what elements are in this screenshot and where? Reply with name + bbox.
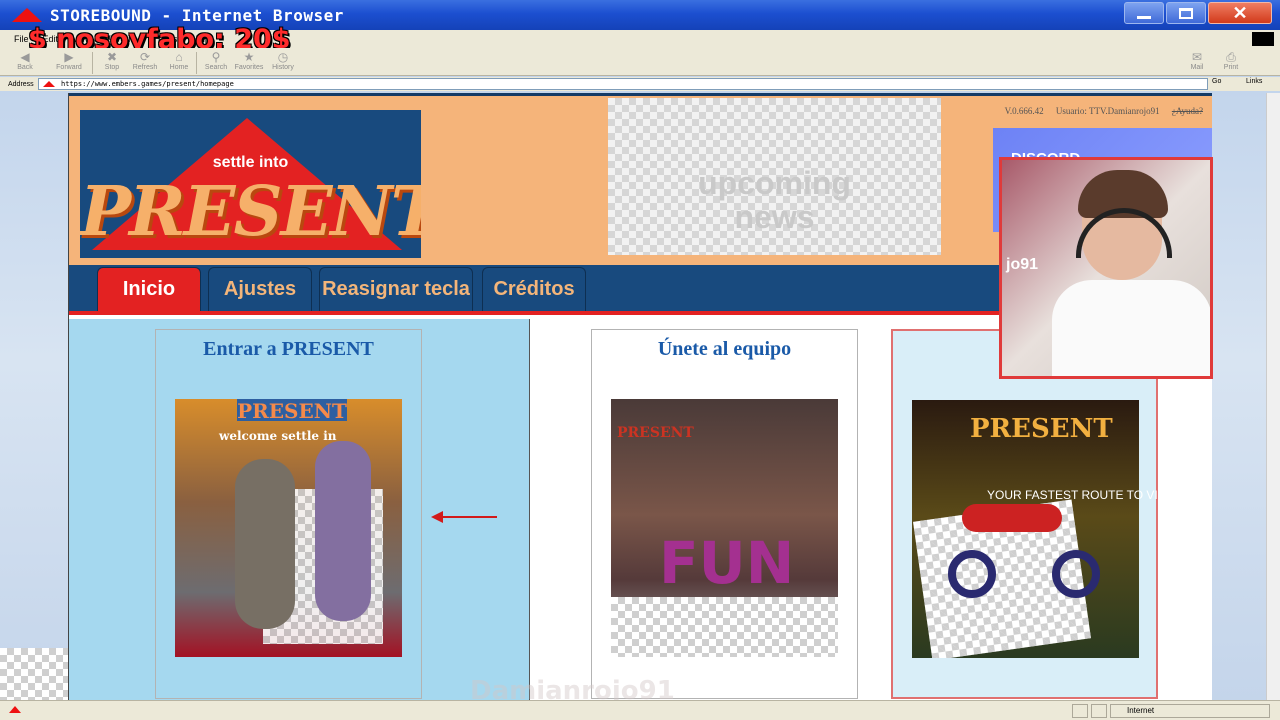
overlay-slogan: YOUR FASTEST ROUTE TO VICTORY [987, 488, 1200, 502]
address-input[interactable]: https://www.embers.games/present/homepag… [38, 78, 1208, 90]
tricycle-seat [962, 504, 1062, 532]
user-label: Usuario: TTV.Damianrojo91 [1055, 106, 1160, 116]
forward-button[interactable]: ▶ Forward [52, 50, 86, 74]
address-url: https://www.embers.games/present/homepag… [61, 80, 234, 88]
tab-reasignar-tecla[interactable]: Reasignar tecla [319, 267, 473, 311]
links-button[interactable]: Links [1246, 78, 1262, 85]
history-button[interactable]: ◷ History [266, 50, 300, 74]
minimize-button[interactable] [1124, 2, 1164, 24]
help-link[interactable]: ¿Ayuda? [1172, 106, 1203, 116]
print-button[interactable]: ⎙ Print [1214, 50, 1248, 74]
card-third[interactable]: T PRESENT [891, 329, 1158, 699]
minimize-icon [1137, 15, 1151, 19]
arrow-icon [431, 511, 497, 523]
history-icon: ◷ [277, 50, 289, 64]
home-button[interactable]: ⌂ Home [162, 50, 196, 74]
streamer-webcam: jo91 [999, 157, 1213, 379]
card-image: PRESENT welcome settle in [175, 399, 402, 657]
forward-icon: ▶ [64, 50, 74, 64]
card-join-team[interactable]: Únete al equipo PRESENT FUN [591, 329, 858, 699]
status-page-icon [9, 706, 21, 713]
tricycle-wheel [1052, 550, 1100, 598]
mail-icon: ✉ [1191, 50, 1203, 64]
image-caption: welcome settle in [219, 429, 337, 443]
card-enter-present[interactable]: Entrar a PRESENT PRESENT welcome settle … [155, 329, 422, 699]
transparency-pattern [0, 648, 68, 700]
favorites-icon: ★ [243, 50, 255, 64]
logo-tagline: settle into [212, 154, 289, 171]
favorites-button[interactable]: ★ Favorites [232, 50, 266, 74]
figure-shape [315, 441, 371, 621]
card-image: PRESENT [912, 400, 1139, 658]
search-button[interactable]: ⚲ Search [199, 50, 233, 74]
present-logo[interactable]: settle into PRESENT [80, 110, 421, 258]
zone-label: Internet [1127, 706, 1155, 715]
logo-wordmark: PRESENT [80, 172, 421, 252]
maximize-icon [1179, 7, 1193, 19]
refresh-button[interactable]: ⟳ Refresh [128, 50, 162, 74]
refresh-icon: ⟳ [139, 50, 151, 64]
app-logo-icon [12, 8, 42, 22]
status-cell [1091, 704, 1107, 718]
print-icon: ⎙ [1226, 50, 1236, 64]
status-cell [1072, 704, 1088, 718]
webcam-name: jo91 [1006, 256, 1039, 273]
image-sign: PRESENT [617, 425, 694, 441]
vertical-scrollbar[interactable] [1266, 93, 1280, 700]
tab-creditos[interactable]: Créditos [482, 267, 586, 311]
window-title: STOREBOUND - Internet Browser [50, 5, 344, 25]
tab-ajustes[interactable]: Ajustes [208, 267, 312, 311]
stop-button[interactable]: ✖ Stop [95, 50, 129, 74]
back-icon: ◀ [20, 50, 30, 64]
tab-inicio[interactable]: Inicio [97, 267, 201, 311]
card-image: PRESENT FUN [611, 399, 838, 657]
security-zone: Internet [1110, 704, 1270, 718]
toolbar: ◀ Back ▶ Forward ✖ Stop ⟳ Refresh ⌂ Home ⚲ Sea… [0, 48, 1280, 76]
menu-item-file[interactable]: File [14, 34, 29, 44]
image-caption: FUN [659, 529, 795, 597]
tricycle-wheel [948, 550, 996, 598]
back-button[interactable]: ◀ Back [8, 50, 42, 74]
version-info: V.0.666.42 Usuario: TTV.Damianrojo91 ¿Ay… [995, 106, 1203, 116]
toolbar-separator [92, 52, 93, 74]
webcam-person [1052, 280, 1210, 376]
toolbar-separator [196, 52, 197, 74]
image-sign: PRESENT [970, 414, 1113, 444]
address-label: Address [8, 80, 34, 88]
card-title: Únete al equipo [657, 338, 792, 360]
mail-button[interactable]: ✉ Mail [1180, 50, 1214, 74]
card-title: Entrar a PRESENT [203, 338, 374, 360]
home-icon: ⌂ [175, 50, 183, 64]
go-button[interactable]: Go [1212, 78, 1221, 85]
search-icon: ⚲ [211, 50, 221, 64]
image-sign: PRESENT [237, 399, 347, 423]
transparency-pattern [611, 597, 838, 657]
maximize-button[interactable] [1166, 2, 1206, 24]
close-icon: ✕ [1232, 2, 1248, 23]
status-bar: Internet [0, 700, 1280, 720]
news-placeholder: upcoming news [698, 165, 851, 235]
close-button[interactable]: ✕ [1208, 2, 1272, 24]
site-favicon-icon [43, 81, 55, 87]
version-label: V.0.666.42 [1004, 106, 1044, 116]
stop-icon: ✖ [106, 50, 118, 64]
address-bar: Address https://www.embers.games/present… [0, 77, 1280, 91]
throbber [1252, 32, 1274, 46]
upcoming-news-banner: upcoming news [608, 98, 941, 255]
figure-shape [235, 459, 295, 629]
